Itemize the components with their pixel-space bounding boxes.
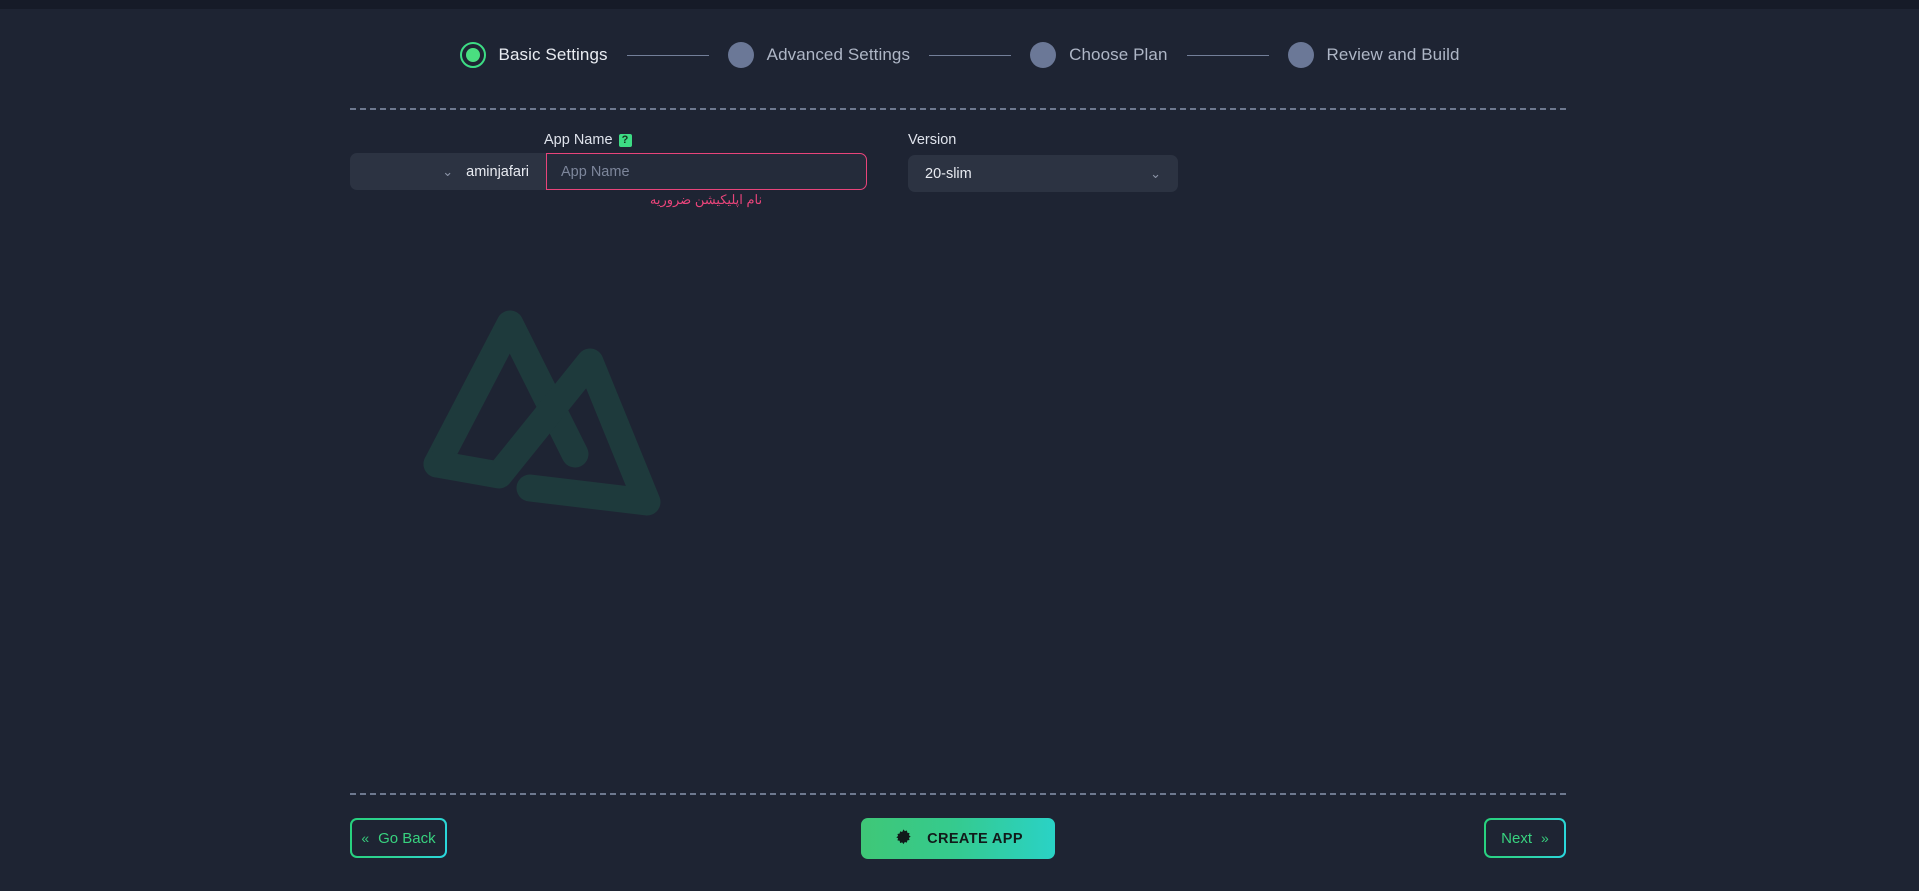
step-label: Advanced Settings	[766, 45, 911, 64]
step-connector	[929, 54, 1012, 56]
next-label: Next	[1501, 829, 1533, 847]
go-back-button[interactable]: « Go Back	[350, 818, 447, 858]
owner-select-value: aminjafari	[466, 163, 529, 180]
step-label: Choose Plan	[1069, 45, 1168, 64]
brand-logo-watermark	[423, 310, 661, 516]
basic-settings-form: App Name ? ⌄ aminjafari نام اپلیکیشن ضرو…	[350, 132, 1178, 207]
gear-icon	[896, 829, 911, 845]
create-app-label: CREATE APP	[927, 830, 1023, 847]
version-label: Version	[908, 132, 957, 148]
owner-select[interactable]: ⌄ aminjafari	[350, 153, 546, 190]
create-app-button[interactable]: CREATE APP	[861, 818, 1055, 859]
step-dot-icon	[727, 42, 754, 68]
footer-actions: « Go Back CREATE APP Next »	[350, 818, 1566, 862]
chevron-left-double-icon: «	[361, 830, 370, 846]
step-label: Review and Build	[1326, 45, 1460, 64]
step-advanced-settings[interactable]: Advanced Settings	[727, 42, 911, 68]
app-name-label-line: App Name ?	[544, 132, 632, 148]
app-name-field-group: App Name ? ⌄ aminjafari نام اپلیکیشن ضرو…	[350, 132, 867, 207]
app-root: Basic Settings Advanced Settings Choose …	[0, 0, 1919, 891]
wizard-stepper: Basic Settings Advanced Settings Choose …	[0, 42, 1919, 68]
step-connector	[626, 54, 709, 56]
divider-bottom	[350, 793, 1566, 795]
chevron-down-icon: ⌄	[442, 164, 454, 179]
go-back-label: Go Back	[378, 829, 436, 847]
version-select-value: 20-slim	[925, 165, 972, 182]
step-dot-active-icon	[459, 42, 486, 68]
help-badge-icon[interactable]: ?	[618, 133, 632, 147]
version-field-group: Version 20-slim ⌄	[908, 132, 1178, 192]
step-review-and-build[interactable]: Review and Build	[1287, 42, 1460, 68]
next-button[interactable]: Next »	[1484, 818, 1566, 858]
chevron-down-icon: ⌄	[1150, 166, 1161, 181]
app-name-label: App Name	[544, 132, 613, 148]
step-label: Basic Settings	[498, 45, 608, 64]
divider-top	[350, 108, 1566, 110]
step-dot-icon	[1030, 42, 1057, 68]
step-connector	[1186, 54, 1269, 56]
step-choose-plan[interactable]: Choose Plan	[1030, 42, 1167, 68]
chevron-right-double-icon: »	[1541, 830, 1549, 846]
step-basic-settings[interactable]: Basic Settings	[459, 42, 608, 68]
app-name-error: نام اپلیکیشن ضروریه	[649, 192, 763, 207]
step-dot-icon	[1287, 42, 1314, 68]
app-name-input[interactable]	[546, 153, 867, 190]
top-strip	[0, 0, 1919, 9]
version-select[interactable]: 20-slim ⌄	[908, 155, 1178, 192]
